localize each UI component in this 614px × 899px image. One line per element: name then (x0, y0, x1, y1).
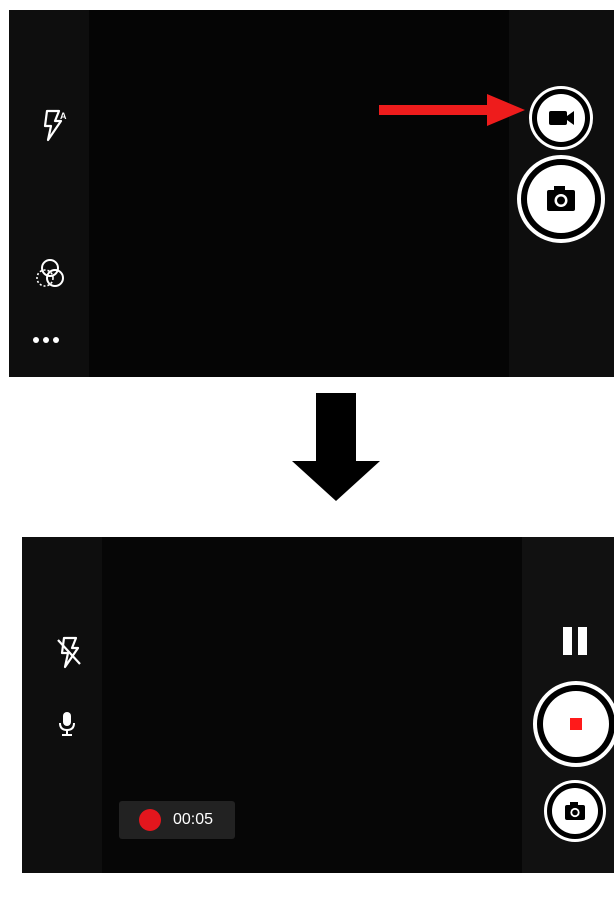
camera-icon (565, 802, 585, 820)
stop-record-button[interactable] (533, 681, 614, 767)
flash-off-icon[interactable] (50, 633, 90, 673)
recording-timer: 00:05 (119, 801, 235, 839)
camera-screen-photo-mode: A (9, 10, 614, 377)
shutter-button[interactable] (517, 155, 605, 243)
snapshot-button[interactable] (544, 780, 606, 842)
recording-dot-icon (139, 809, 161, 831)
elapsed-time: 00:05 (173, 811, 214, 828)
flash-auto-icon[interactable]: A (33, 106, 73, 146)
svg-text:A: A (60, 111, 67, 121)
viewfinder[interactable] (89, 10, 509, 377)
left-control-bar (9, 10, 89, 377)
more-horiz-icon[interactable] (33, 328, 73, 352)
pause-icon[interactable] (552, 617, 600, 665)
mic-icon[interactable] (52, 709, 82, 739)
video-mode-button[interactable] (529, 86, 593, 150)
stop-square-icon (570, 718, 582, 730)
left-control-bar (22, 537, 102, 873)
camera-screen-recording: 00:05 (22, 537, 614, 873)
filter-overlap-circles-icon[interactable] (32, 254, 72, 294)
videocam-icon (549, 111, 574, 125)
annotation-arrow (379, 94, 525, 126)
camera-icon (547, 186, 575, 211)
transition-arrow (292, 393, 380, 501)
